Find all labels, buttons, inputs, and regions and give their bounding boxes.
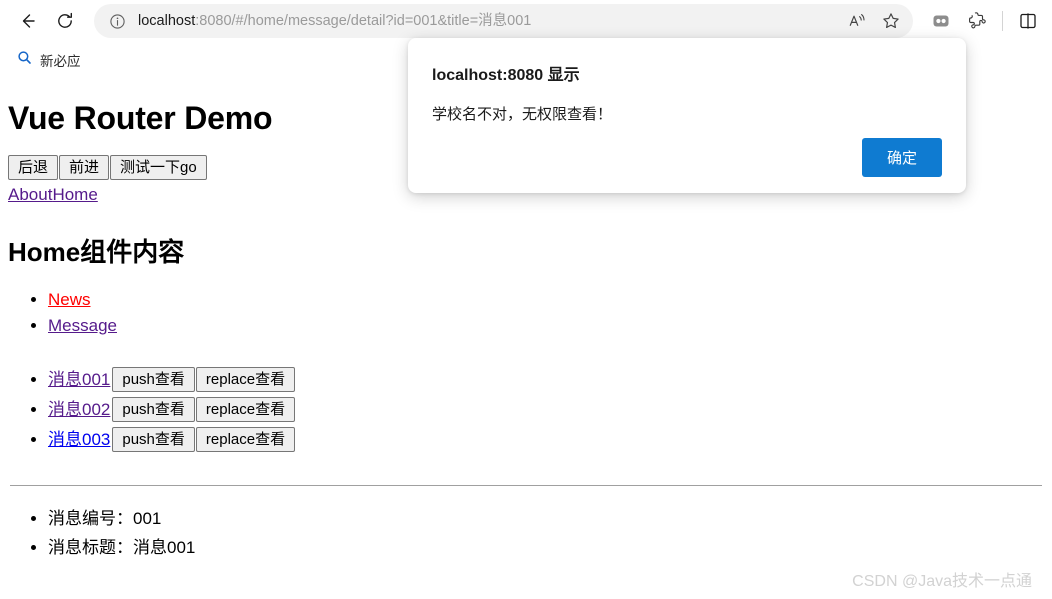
dialog-confirm-button[interactable]: 确定	[862, 138, 942, 177]
replace-view-button-001[interactable]: replace查看	[195, 367, 296, 392]
dialog-actions: 确定	[862, 138, 942, 177]
bookmark-item-bing[interactable]: 新必应	[10, 47, 88, 73]
table-row: 消息002push查看replace查看	[48, 395, 1044, 425]
link-home[interactable]: Home	[52, 185, 97, 204]
replace-view-button-002[interactable]: replace查看	[195, 397, 296, 422]
section-title: Home组件内容	[8, 237, 185, 267]
read-aloud-icon[interactable]	[841, 5, 873, 37]
search-icon	[17, 50, 32, 70]
site-info-icon[interactable]	[106, 10, 128, 32]
extensions-puzzle-icon[interactable]	[961, 5, 993, 37]
chrome-right-icons	[919, 5, 1044, 37]
url-path: :8080/#/home/message/detail?id=001&title…	[195, 13, 532, 29]
addressbar-actions	[841, 5, 907, 37]
link-news[interactable]: News	[48, 290, 91, 309]
browser-toolbar: localhost:8080/#/home/message/detail?id=…	[0, 0, 1052, 42]
detail-item-title: 消息标题：消息001	[48, 533, 1044, 562]
link-message-002[interactable]: 消息002	[48, 400, 110, 419]
detail-item-id: 消息编号：001	[48, 504, 1044, 533]
list-item: News	[48, 287, 1044, 313]
favorites-star-icon[interactable]	[875, 5, 907, 37]
list-item: Message	[48, 313, 1044, 339]
go-test-button[interactable]: 测试一下go	[110, 155, 207, 180]
link-message[interactable]: Message	[48, 316, 117, 335]
link-about[interactable]: About	[8, 185, 52, 204]
watermark: CSDN @Java技术一点通	[852, 573, 1032, 590]
dialog-title: localhost:8080 显示	[432, 67, 580, 84]
forward-router-button[interactable]: 前进	[59, 155, 110, 180]
back-button[interactable]	[8, 2, 46, 40]
push-view-button-002[interactable]: push查看	[112, 397, 195, 422]
push-view-button-001[interactable]: push查看	[112, 367, 195, 392]
toolbar-divider	[1002, 11, 1003, 31]
message-detail-list: 消息编号：001 消息标题：消息001	[8, 504, 1044, 562]
bookmark-label: 新必应	[40, 54, 81, 69]
back-arrow-icon	[17, 11, 37, 31]
table-row: 消息001push查看replace查看	[48, 365, 1044, 395]
push-view-button-003[interactable]: push查看	[112, 427, 195, 452]
reload-button[interactable]	[46, 2, 84, 40]
url-text[interactable]: localhost:8080/#/home/message/detail?id=…	[138, 4, 841, 38]
split-screen-icon[interactable]	[1012, 5, 1044, 37]
reload-icon	[55, 11, 75, 31]
back-router-button[interactable]: 后退	[8, 155, 59, 180]
link-message-003[interactable]: 消息003	[48, 430, 110, 449]
section-divider	[10, 485, 1042, 486]
address-bar[interactable]: localhost:8080/#/home/message/detail?id=…	[94, 4, 913, 38]
table-row: 消息003push查看replace查看	[48, 425, 1044, 455]
alert-dialog: localhost:8080 显示 学校名不对，无权限查看！ 确定	[408, 38, 966, 193]
dialog-message: 学校名不对，无权限查看！	[432, 106, 613, 123]
replace-view-button-003[interactable]: replace查看	[195, 427, 296, 452]
home-sub-links: News Message	[8, 287, 1044, 339]
link-message-001[interactable]: 消息001	[48, 370, 110, 389]
url-host: localhost	[138, 13, 196, 29]
message-list: 消息001push查看replace查看 消息002push查看replace查…	[8, 365, 1044, 455]
browser-essentials-icon[interactable]	[925, 5, 957, 37]
